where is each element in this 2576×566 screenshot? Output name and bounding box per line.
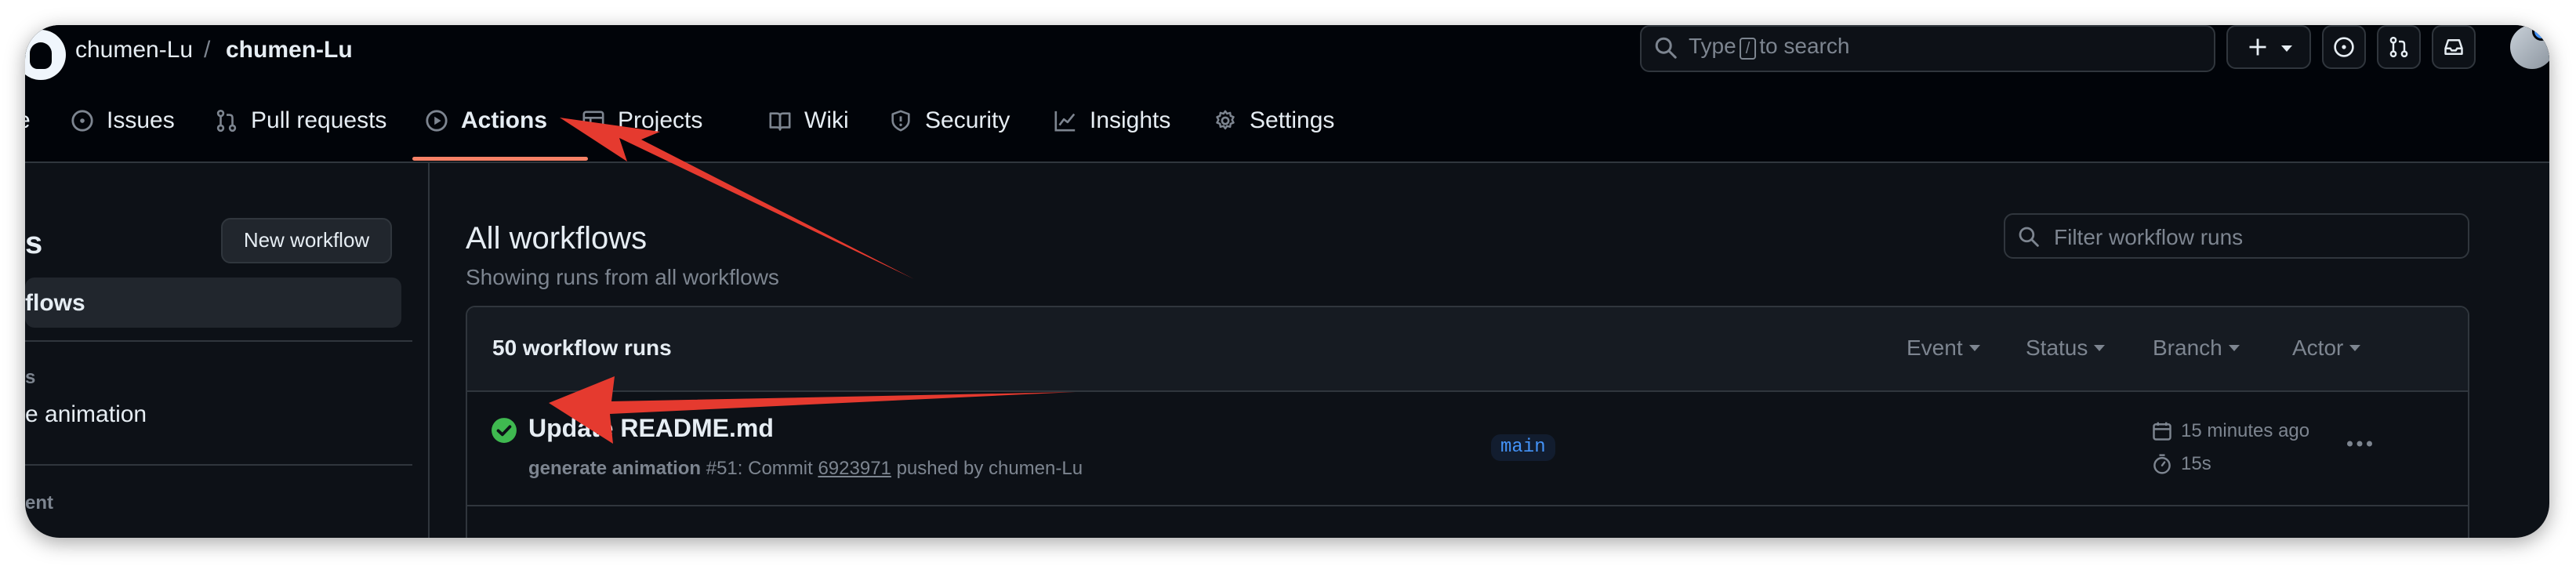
run-description: generate animation #51: Commit 6923971 p… (528, 458, 1083, 480)
tab-actions-label: Actions (461, 107, 548, 133)
sidebar-heading-workflows: s (25, 367, 36, 388)
plus-icon (2249, 38, 2266, 56)
notification-dot (2532, 25, 2549, 41)
run-time-text: 15 minutes ago (2181, 420, 2310, 441)
book-icon (769, 112, 791, 131)
issue-opened-icon (2334, 37, 2354, 57)
active-tab-indicator (412, 157, 588, 161)
sidebar-item-management[interactable]: es (25, 528, 50, 538)
workflow-runs-header: 50 workflow runs Event Status Branch Act… (467, 307, 2468, 392)
commit-sha-link[interactable]: 6923971 (818, 458, 891, 479)
chevron-down-icon (2349, 345, 2361, 351)
actor-filter-label: Actor (2292, 336, 2344, 360)
create-new-button[interactable] (2226, 25, 2311, 69)
breadcrumb-separator: / (204, 37, 211, 63)
pull-requests-shortcut-button[interactable] (2377, 25, 2421, 69)
global-search[interactable]: Type / to search (1640, 25, 2215, 72)
run-pushed-by: pushed by chumen-Lu (896, 458, 1083, 479)
chevron-down-icon (2281, 45, 2292, 52)
filter-workflow-runs-input[interactable]: Filter workflow runs (2004, 213, 2469, 259)
run-time: 15 minutes ago (2151, 420, 2309, 442)
tab-settings-label: Settings (1250, 107, 1335, 133)
tab-issues-label: Issues (107, 107, 175, 133)
issue-opened-icon (71, 110, 93, 132)
tab-wiki-label: Wiki (804, 107, 849, 133)
search-icon (2019, 227, 2039, 247)
graph-icon (1054, 111, 1076, 132)
check-circle-icon (492, 418, 517, 443)
repo-link[interactable]: chumen-Lu (226, 34, 353, 66)
tab-code[interactable]: e (25, 103, 31, 138)
repo-header: chumen-Lu / chumen-Lu Type / to search I… (25, 25, 2549, 163)
issues-shortcut-button[interactable] (2322, 25, 2366, 69)
sidebar-heading-management: ent (25, 492, 53, 513)
status-filter-label: Status (2026, 336, 2088, 360)
sidebar-divider (25, 340, 412, 342)
play-icon (426, 110, 448, 132)
shield-icon (891, 110, 910, 132)
git-pull-request-icon (2389, 36, 2408, 58)
search-prefix: Type (1689, 34, 1736, 58)
search-placeholder: Type / to search (1689, 34, 1849, 60)
page-subtitle: Showing runs from all workflows (466, 265, 779, 289)
workflow-run-row[interactable]: Update README.md generate animation #51:… (467, 390, 2468, 506)
tab-settings[interactable]: Settings (1214, 103, 1334, 138)
table-icon (582, 111, 604, 131)
search-icon (1655, 37, 1677, 59)
search-suffix: to search (1759, 34, 1850, 58)
branch-badge[interactable]: main (1491, 434, 1555, 461)
chevron-down-icon (2094, 345, 2106, 351)
tab-insights[interactable]: Insights (1054, 103, 1170, 138)
inbox-button[interactable] (2432, 25, 2476, 69)
filter-placeholder: Filter workflow runs (2054, 225, 2244, 249)
search-shortcut-key: / (1739, 38, 1757, 60)
sidebar-title: s (25, 226, 43, 260)
tab-security[interactable]: Security (889, 103, 1010, 138)
run-number: #51: Commit (706, 458, 813, 479)
branch-filter-label: Branch (2153, 336, 2222, 360)
inbox-icon (2444, 39, 2463, 55)
run-title-link[interactable]: Update README.md (528, 414, 774, 443)
chevron-down-icon (1968, 345, 1980, 351)
sidebar-item-all-workflows-label: flows (25, 290, 85, 316)
stopwatch-icon (2153, 454, 2171, 474)
git-pull-request-icon (216, 109, 237, 132)
app-window: chumen-Lu / chumen-Lu Type / to search I… (25, 25, 2549, 538)
page-title: All workflows (466, 221, 648, 256)
tab-pull-requests[interactable]: Pull requests (215, 103, 386, 138)
workflow-runs-box: 50 workflow runs Event Status Branch Act… (466, 306, 2469, 538)
workflow-runs-count: 50 workflow runs (492, 336, 672, 360)
sidebar-item-workflow[interactable]: e animation (25, 401, 147, 428)
tab-issues[interactable]: Issues (71, 103, 175, 138)
branch-filter-dropdown[interactable]: Branch (2153, 336, 2240, 361)
status-filter-dropdown[interactable]: Status (2026, 336, 2106, 361)
event-filter-dropdown[interactable]: Event (1907, 336, 1980, 361)
chevron-down-icon (2228, 345, 2240, 351)
github-logo-icon[interactable] (25, 30, 66, 80)
sidebar-border (428, 161, 430, 538)
tab-projects[interactable]: Projects (582, 103, 702, 138)
run-workflow-name: generate animation (528, 458, 702, 479)
tab-code-label: e (25, 103, 31, 138)
tab-insights-label: Insights (1090, 107, 1171, 133)
kebab-horizontal-icon[interactable] (2344, 428, 2375, 459)
calendar-icon (2153, 422, 2171, 441)
owner-link[interactable]: chumen-Lu (75, 34, 193, 66)
tab-actions[interactable]: Actions (425, 103, 547, 138)
run-duration-text: 15s (2181, 453, 2211, 474)
tab-security-label: Security (925, 107, 1010, 133)
run-duration: 15s (2151, 453, 2211, 475)
tab-pull-requests-label: Pull requests (251, 107, 387, 133)
actor-filter-dropdown[interactable]: Actor (2292, 336, 2361, 361)
gear-icon (1216, 110, 1235, 130)
tab-projects-label: Projects (618, 107, 703, 133)
new-workflow-button[interactable]: New workflow (221, 218, 392, 263)
sidebar-divider (25, 464, 412, 466)
tab-wiki[interactable]: Wiki (768, 103, 849, 138)
event-filter-label: Event (1907, 336, 1963, 360)
actions-sidebar: s New workflow flows s e animation ent e… (25, 161, 428, 538)
